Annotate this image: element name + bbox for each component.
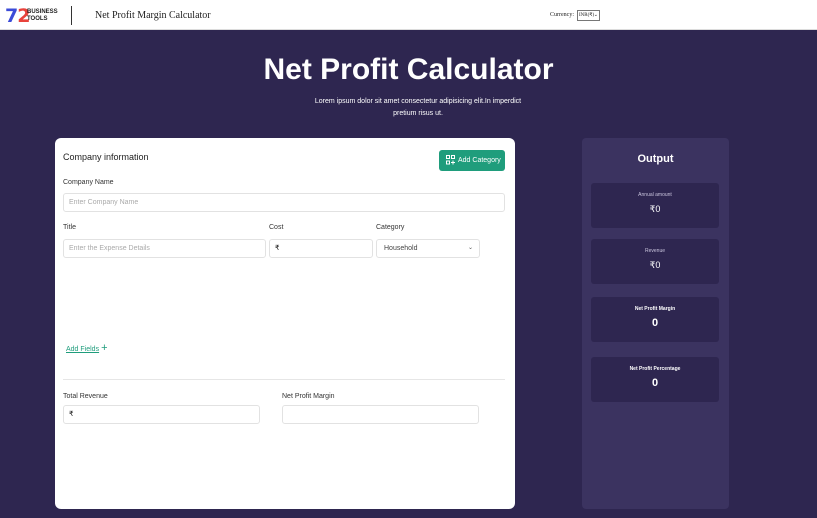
title-label: Title xyxy=(63,224,76,231)
currency-select[interactable]: INR(₹) ⌄ xyxy=(577,10,600,21)
header-divider xyxy=(71,6,72,25)
output-revenue: Revenue ₹0 xyxy=(591,239,719,284)
logo-number: 72 xyxy=(5,5,30,27)
output-value: ₹0 xyxy=(649,260,661,270)
total-revenue-label: Total Revenue xyxy=(63,393,108,400)
section-divider xyxy=(63,379,505,380)
add-fields-link[interactable]: Add Fields + xyxy=(66,343,108,355)
output-label: Net Profit Percentage xyxy=(629,366,681,372)
output-net-profit-percentage: Net Profit Percentage 0 xyxy=(591,357,719,402)
page-title: Net Profit Calculator xyxy=(263,53,554,86)
top-navbar: 72 BUSINESS TOOLS Net Profit Margin Calc… xyxy=(0,0,817,30)
output-panel: Output Annual amount ₹0 Revenue ₹0 Net P… xyxy=(582,138,729,509)
company-form-card: Company information Add Category Company… xyxy=(55,138,515,509)
logo-words: BUSINESS TOOLS xyxy=(27,9,58,23)
form-heading: Company information xyxy=(63,152,149,162)
cost-input[interactable]: ₹ xyxy=(269,239,373,258)
plus-icon: + xyxy=(101,342,108,354)
output-net-profit-margin: Net Profit Margin 0 xyxy=(591,297,719,342)
page-subtitle: Lorem ipsum dolor sit amet consectetur a… xyxy=(314,98,522,117)
net-profit-margin-label: Net Profit Margin xyxy=(282,393,335,400)
add-category-icon xyxy=(446,155,455,165)
chevron-down-icon: ⌄ xyxy=(593,13,598,18)
total-revenue-input[interactable]: ₹ xyxy=(63,405,260,424)
output-value: ₹0 xyxy=(649,204,661,214)
currency-label: Currency: xyxy=(550,12,574,18)
category-value: Household xyxy=(384,245,418,252)
company-name-label: Company Name xyxy=(63,179,114,186)
output-label: Revenue xyxy=(644,248,665,254)
chevron-down-icon: ⌄ xyxy=(467,245,473,251)
add-category-button[interactable]: Add Category xyxy=(439,150,505,171)
add-category-label: Add Category xyxy=(458,157,501,164)
cost-label: Cost xyxy=(269,224,284,231)
output-value: 0 xyxy=(651,377,659,389)
add-fields-label: Add Fields xyxy=(66,346,100,353)
output-annual-amount: Annual amount ₹0 xyxy=(591,183,719,228)
expense-title-input[interactable]: Enter the Expense Details xyxy=(63,239,266,258)
currency-value: INR(₹) xyxy=(579,13,595,18)
category-label: Category xyxy=(376,224,405,231)
logo-word-tools: TOOLS xyxy=(27,16,48,22)
output-label: Net Profit Margin xyxy=(634,306,676,312)
logo-word-business: BUSINESS xyxy=(27,9,58,15)
output-label: Annual amount xyxy=(638,192,672,198)
output-value: 0 xyxy=(651,317,659,329)
category-select[interactable]: Household ⌄ xyxy=(376,239,480,258)
app-title: Net Profit Margin Calculator xyxy=(95,10,211,21)
output-title: Output xyxy=(637,153,674,165)
net-profit-margin-input[interactable] xyxy=(282,405,479,424)
brand-logo[interactable]: 72 BUSINESS TOOLS xyxy=(5,5,58,27)
company-name-input[interactable]: Enter Company Name xyxy=(63,193,505,212)
